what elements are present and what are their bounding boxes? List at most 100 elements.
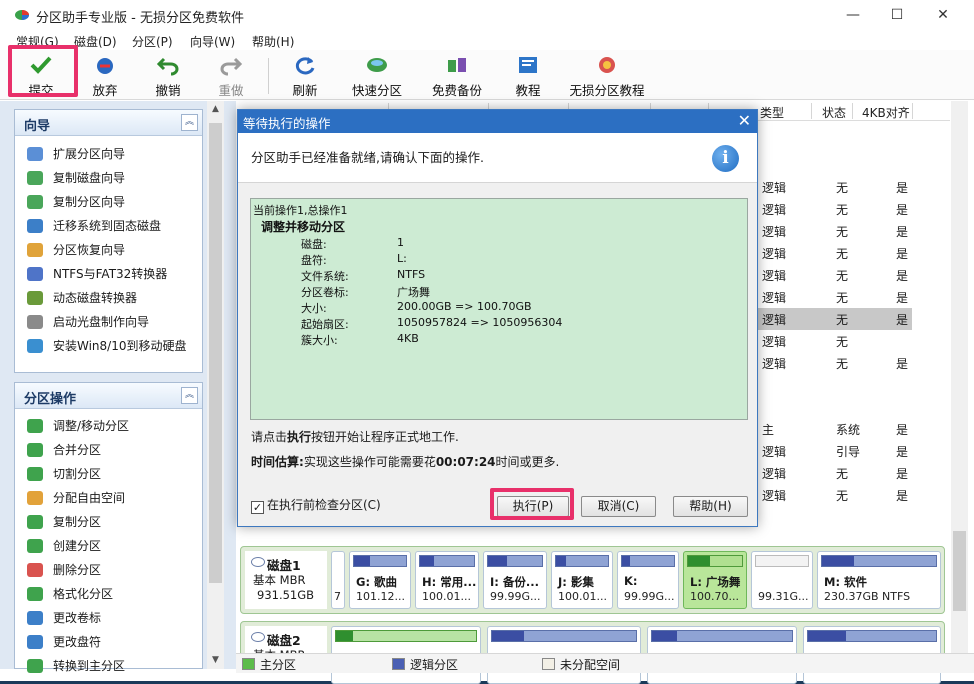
table-row[interactable]: 逻辑 无 是 — [758, 308, 912, 330]
op-format[interactable]: 格式化分区 — [15, 582, 202, 606]
wizard-copy-partition[interactable]: 复制分区向导 — [15, 190, 202, 214]
menu-wizard[interactable]: 向导(W) — [190, 33, 235, 50]
undo-button[interactable]: 撤销 — [145, 54, 191, 98]
column-type[interactable]: 类型 — [760, 104, 784, 121]
table-row[interactable]: 逻辑 无 是 — [758, 198, 912, 220]
scrollbar-thumb[interactable] — [209, 123, 222, 583]
legend-bar: 主分区 逻辑分区 未分配空间 — [236, 653, 974, 673]
scroll-up-icon[interactable]: ▲ — [207, 101, 224, 118]
right-scrollbar[interactable] — [951, 101, 968, 661]
partition-tile[interactable]: 7 — [331, 551, 345, 609]
note-text: 按钮开始让程序正式地工作. — [311, 430, 459, 444]
minimize-button[interactable]: — — [830, 0, 876, 30]
discard-button[interactable]: 放弃 — [82, 54, 128, 98]
split-icon — [27, 467, 43, 481]
backup-icon — [448, 58, 466, 72]
detail-value: 200.00GB => 100.70GB — [397, 300, 532, 313]
op-resize-move[interactable]: 调整/移动分区 — [15, 414, 202, 438]
partition-tile-selected[interactable]: L: 广场舞 100.70... — [683, 551, 747, 609]
partition-tile[interactable]: K: 99.99G... — [617, 551, 679, 609]
dialog-title-bar: 等待执行的操作 ✕ — [238, 110, 757, 133]
table-row[interactable]: 逻辑 无 是 — [758, 242, 912, 264]
op-split[interactable]: 切割分区 — [15, 462, 202, 486]
wizard-dynamic-disk[interactable]: 动态磁盘转换器 — [15, 286, 202, 310]
table-row[interactable]: 逻辑 无 是 — [758, 352, 912, 374]
checkbox[interactable]: ✓ — [251, 501, 264, 514]
wizard-boot-cd[interactable]: 启动光盘制作向导 — [15, 310, 202, 334]
scroll-down-icon[interactable]: ▼ — [207, 652, 224, 669]
wizard-partition-recovery[interactable]: 分区恢复向导 — [15, 238, 202, 262]
wizard-install-win[interactable]: 安装Win8/10到移动硬盘 — [15, 334, 202, 358]
usage-fill — [688, 556, 710, 566]
op-allocate-free[interactable]: 分配自由空间 — [15, 486, 202, 510]
table-row[interactable]: 逻辑 无 是 — [758, 176, 912, 198]
scrollbar-thumb[interactable] — [953, 531, 966, 611]
table-row[interactable]: 逻辑 引导 是 — [758, 440, 912, 462]
partition-tile[interactable]: J: 影集 100.01... — [551, 551, 613, 609]
collapse-icon[interactable]: ︽ — [181, 387, 198, 404]
submit-button[interactable]: 提交 — [18, 54, 64, 98]
detail-key: 分区卷标: — [301, 286, 349, 299]
menu-disk[interactable]: 磁盘(D) — [74, 33, 117, 50]
table-row[interactable]: 逻辑 无 是 — [758, 264, 912, 286]
tutorial-button[interactable]: 教程 — [506, 54, 550, 98]
refresh-button[interactable]: 刷新 — [282, 54, 328, 98]
partition-tile[interactable]: I: 备份... 99.99G... — [483, 551, 547, 609]
free-backup-button[interactable]: 免费备份 — [428, 54, 486, 98]
left-scrollbar[interactable]: ▲ ▼ — [207, 101, 224, 669]
toolbar: 提交 放弃 撤销 重做 刷新 快速分区 免费备份 教程 无损分区教程 — [0, 50, 974, 100]
unallocated-tile[interactable]: 99.31G... — [751, 551, 813, 609]
op-create[interactable]: 创建分区 — [15, 534, 202, 558]
table-row[interactable]: 逻辑 无 是 — [758, 220, 912, 242]
table-row[interactable]: 逻辑 无 是 — [758, 286, 912, 308]
op-copy[interactable]: 复制分区 — [15, 510, 202, 534]
maximize-button[interactable]: ☐ — [874, 0, 920, 30]
cancel-button[interactable]: 取消(C) — [581, 496, 656, 517]
table-row[interactable]: 逻辑 无 是 — [758, 484, 912, 506]
partition-tile[interactable]: M: 软件 230.37GB NTFS — [817, 551, 941, 609]
letter-icon — [27, 635, 43, 649]
column-4k-align[interactable]: 4KB对齐 — [862, 104, 910, 121]
op-change-label[interactable]: 更改卷标 — [15, 606, 202, 630]
wizard-migrate-os[interactable]: 迁移系统到固态磁盘 — [15, 214, 202, 238]
usage-bar — [821, 555, 937, 567]
lossless-tutorial-button[interactable]: 无损分区教程 — [568, 54, 646, 98]
disk1-size: 931.51GB — [257, 588, 315, 602]
wizard-copy-disk[interactable]: 复制磁盘向导 — [15, 166, 202, 190]
redo-button[interactable]: 重做 — [208, 54, 254, 98]
quick-partition-label: 快速分区 — [351, 83, 402, 98]
cell-4k-align: 是 — [896, 489, 909, 503]
disk1-row[interactable]: 磁盘1 基本 MBR 931.51GB 7 G: 歌曲 101.12... H:… — [240, 546, 945, 614]
collapse-icon[interactable]: ︽ — [181, 114, 198, 131]
check-before-execute[interactable]: ✓ 在执行前检查分区(C) — [251, 496, 381, 514]
menu-partition[interactable]: 分区(P) — [132, 33, 173, 50]
usage-fill — [556, 556, 567, 566]
op-change-letter[interactable]: 更改盘符 — [15, 630, 202, 654]
operation-counter: 当前操作1,总操作1 — [253, 204, 348, 217]
wizard-ntfs-fat32[interactable]: NTFS与FAT32转换器 — [15, 262, 202, 286]
copy-icon — [27, 515, 43, 529]
table-row[interactable]: 主 系统 是 — [758, 418, 912, 440]
quick-partition-button[interactable]: 快速分区 — [348, 54, 406, 98]
help-button[interactable]: 帮助(H) — [673, 496, 748, 517]
wizard-extend-partition[interactable]: 扩展分区向导 — [15, 142, 202, 166]
detail-value: L: — [397, 252, 407, 265]
menu-general[interactable]: 常规(G) — [16, 33, 59, 50]
column-status[interactable]: 状态 — [822, 104, 846, 121]
close-button[interactable]: ✕ — [920, 0, 966, 30]
partition-tile[interactable]: H: 常用... 100.01... — [415, 551, 479, 609]
execute-button[interactable]: 执行(P) — [497, 496, 569, 517]
recovery-icon — [27, 243, 43, 257]
op-merge[interactable]: 合并分区 — [15, 438, 202, 462]
refresh-icon — [295, 57, 315, 75]
table-row[interactable]: 逻辑 无 — [758, 330, 912, 352]
partition-tile[interactable]: G: 歌曲 101.12... — [349, 551, 411, 609]
disk1-info[interactable]: 磁盘1 基本 MBR 931.51GB — [245, 551, 327, 609]
op-delete[interactable]: 删除分区 — [15, 558, 202, 582]
dialog-close-icon[interactable]: ✕ — [738, 111, 751, 130]
usage-bar — [807, 630, 937, 642]
menu-help[interactable]: 帮助(H) — [252, 33, 294, 50]
table-row[interactable]: 逻辑 无 是 — [758, 462, 912, 484]
op-convert-primary[interactable]: 转换到主分区 — [15, 654, 202, 678]
app-logo-icon — [15, 10, 29, 20]
